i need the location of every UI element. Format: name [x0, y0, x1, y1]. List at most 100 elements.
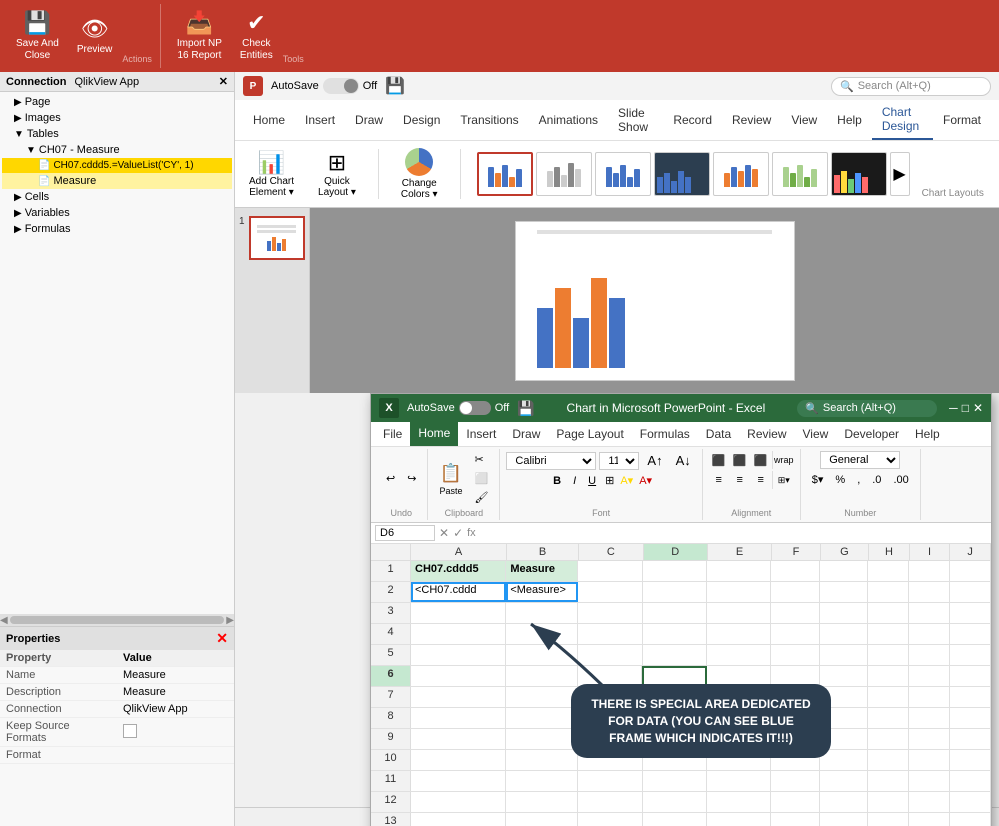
cell[interactable]	[909, 750, 950, 770]
cell[interactable]	[411, 750, 506, 770]
underline-button[interactable]: U	[583, 473, 601, 489]
cell[interactable]	[868, 645, 909, 665]
cell[interactable]	[868, 771, 909, 791]
cell[interactable]	[950, 708, 991, 728]
format-painter-button[interactable]: 🖌	[469, 489, 493, 506]
cell[interactable]	[411, 708, 506, 728]
align-top-left-button[interactable]: ⬛	[709, 451, 729, 469]
cell[interactable]	[506, 645, 578, 665]
cell[interactable]	[506, 750, 578, 770]
excel-menu-insert[interactable]: Insert	[458, 423, 504, 445]
grid-cell-j1[interactable]	[950, 561, 991, 581]
cell[interactable]	[506, 624, 578, 644]
excel-menu-review[interactable]: Review	[739, 423, 794, 445]
pp-menu-animations[interactable]: Animations	[529, 108, 608, 132]
grid-cell-i2[interactable]	[909, 582, 950, 602]
cell-j6[interactable]	[950, 666, 991, 686]
decrease-font-button[interactable]: A↓	[671, 451, 696, 470]
col-header-j[interactable]: J	[950, 544, 991, 560]
name-box-input[interactable]	[375, 525, 435, 541]
cell[interactable]	[411, 603, 506, 623]
tree-item-images[interactable]: ▶ Images	[2, 110, 232, 126]
cell[interactable]	[707, 792, 771, 812]
cell[interactable]	[707, 729, 771, 749]
excel-menu-file[interactable]: File	[375, 423, 410, 445]
add-chart-element-button[interactable]: 📊 Add ChartElement ▾	[243, 147, 300, 201]
grid-cell-h2[interactable]	[868, 582, 909, 602]
slide-thumb-1[interactable]	[249, 216, 305, 260]
bold-button[interactable]: B	[548, 473, 566, 489]
pp-menu-format[interactable]: Format	[933, 108, 991, 132]
keep-source-checkbox[interactable]	[123, 724, 137, 738]
cell[interactable]	[643, 687, 707, 707]
chart-style-5[interactable]	[713, 152, 769, 196]
cell[interactable]	[506, 603, 578, 623]
excel-menu-formulas[interactable]: Formulas	[632, 423, 698, 445]
cell[interactable]	[411, 771, 506, 791]
accounting-button[interactable]: $▾	[807, 471, 829, 488]
tree-item-ch07[interactable]: ▼ CH07 - Measure	[2, 142, 232, 158]
font-size-selector[interactable]: 11	[599, 452, 639, 470]
cell[interactable]	[411, 645, 506, 665]
border-icon[interactable]: ⊞	[603, 472, 616, 489]
cell[interactable]	[707, 624, 771, 644]
wrap-text-button[interactable]: wrap	[774, 451, 794, 469]
cell-d6[interactable]	[642, 666, 707, 686]
cell[interactable]	[707, 813, 771, 826]
excel-menu-draw[interactable]: Draw	[504, 423, 548, 445]
copy-button[interactable]: ⬜	[469, 470, 493, 487]
cell[interactable]	[771, 624, 820, 644]
cell[interactable]	[909, 624, 950, 644]
cell[interactable]	[820, 771, 869, 791]
cell[interactable]	[506, 813, 578, 826]
cell[interactable]	[578, 624, 642, 644]
grid-cell-c2[interactable]	[578, 582, 642, 602]
cell[interactable]	[707, 708, 771, 728]
cell[interactable]	[950, 771, 991, 791]
cell[interactable]	[950, 813, 991, 826]
italic-button[interactable]: I	[568, 473, 581, 489]
formula-bar-input[interactable]	[480, 527, 987, 539]
tree-item-cells[interactable]: ▶ Cells	[2, 189, 232, 205]
tree-item-variables[interactable]: ▶ Variables	[2, 205, 232, 221]
tree-item-measure[interactable]: 📄 Measure	[2, 173, 232, 189]
col-header-b[interactable]: B	[507, 544, 579, 560]
cell[interactable]	[643, 771, 707, 791]
cell[interactable]	[643, 729, 707, 749]
cell-b6[interactable]	[506, 666, 578, 686]
cell[interactable]	[771, 729, 820, 749]
chart-style-7[interactable]	[831, 152, 887, 196]
change-colors-button[interactable]: ChangeColors ▾	[395, 145, 444, 203]
pp-menu-transitions[interactable]: Transitions	[450, 108, 528, 132]
font-family-selector[interactable]: Calibri	[506, 452, 596, 470]
cell-a6[interactable]	[411, 666, 506, 686]
cell[interactable]	[820, 624, 869, 644]
cell[interactable]	[506, 771, 578, 791]
cell[interactable]	[868, 729, 909, 749]
excel-menu-page-layout[interactable]: Page Layout	[548, 423, 631, 445]
grid-cell-a2[interactable]: <CH07.cddd	[411, 582, 506, 602]
cell[interactable]	[771, 750, 820, 770]
pp-search-box[interactable]: 🔍 Search (Alt+Q)	[831, 77, 991, 96]
cell[interactable]	[578, 792, 642, 812]
redo-button[interactable]: ↪	[402, 470, 421, 487]
cell[interactable]	[868, 708, 909, 728]
tree-item-ch07-cddd5[interactable]: 📄 CH07.cddd5.=ValueList('CY', 1)	[2, 158, 232, 173]
cell[interactable]	[771, 603, 820, 623]
excel-floppy-icon[interactable]: 💾	[517, 400, 534, 417]
pp-menu-help[interactable]: Help	[827, 108, 872, 132]
panel-close-icon[interactable]: ✕	[219, 75, 228, 88]
cell[interactable]	[909, 645, 950, 665]
cell[interactable]	[707, 603, 771, 623]
cell[interactable]	[820, 708, 869, 728]
cell[interactable]	[771, 792, 820, 812]
col-header-e[interactable]: E	[708, 544, 772, 560]
align-center-button[interactable]: ≡	[730, 471, 750, 489]
grid-cell-f1[interactable]	[771, 561, 820, 581]
import-np-button[interactable]: 📥 Import NP 16 Report	[169, 6, 230, 66]
cell[interactable]	[411, 729, 506, 749]
col-header-i[interactable]: I	[910, 544, 951, 560]
cell[interactable]	[771, 813, 820, 826]
grid-cell-a1[interactable]: CH07.cddd5	[411, 561, 506, 581]
chart-style-6[interactable]	[772, 152, 828, 196]
